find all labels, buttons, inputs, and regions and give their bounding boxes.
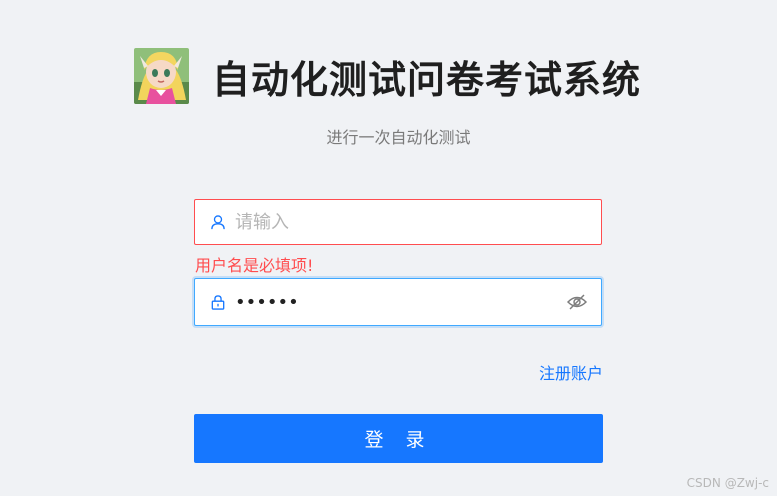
lock-icon — [211, 294, 225, 310]
page-title: 自动化测试问卷考试系统 — [212, 57, 642, 102]
avatar-logo-icon — [134, 48, 189, 104]
username-input[interactable] — [233, 199, 601, 245]
username-error: 用户名是必填项! — [195, 256, 314, 275]
header: 自动化测试问卷考试系统 — [134, 48, 641, 104]
login-button[interactable]: 登 录 — [194, 414, 603, 463]
eye-invisible-icon[interactable] — [566, 291, 588, 313]
watermark: CSDN @Zwj-c — [686, 476, 769, 490]
page-subtitle: 进行一次自动化测试 — [326, 128, 471, 147]
password-field[interactable] — [194, 278, 602, 326]
username-field[interactable] — [194, 199, 602, 245]
user-icon — [211, 214, 225, 230]
register-link[interactable]: 注册账户 — [539, 360, 603, 384]
password-input[interactable] — [233, 278, 566, 326]
